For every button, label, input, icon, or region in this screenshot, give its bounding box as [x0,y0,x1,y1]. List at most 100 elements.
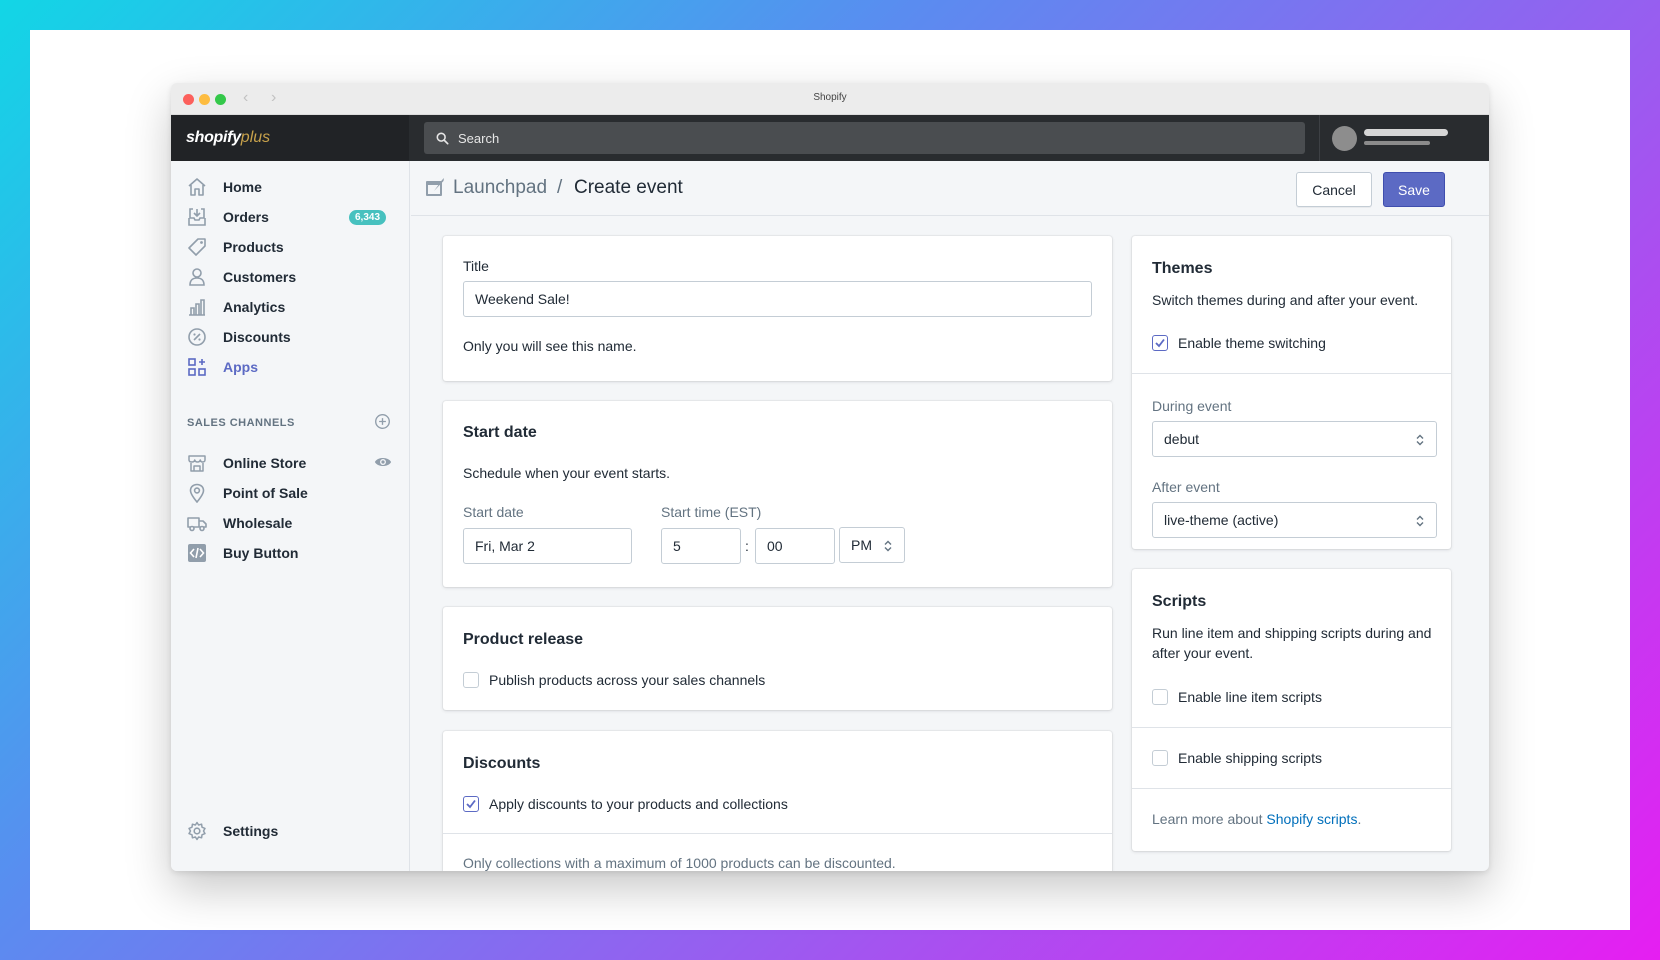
time-separator: : [745,538,749,554]
sidebar: Home Orders 6,343 Products Customers Ana… [171,161,410,871]
main-content: Launchpad / Create event Cancel Save Tit… [411,161,1489,871]
sidebar-item-label: Online Store [223,455,307,471]
sidebar-item-orders[interactable]: Orders 6,343 [171,201,410,233]
search-input[interactable]: Search [424,122,1305,154]
sidebar-item-customers[interactable]: Customers [171,261,410,293]
sidebar-item-label: Wholesale [223,515,293,531]
select-arrows-icon [884,539,892,555]
during-event-label: During event [1152,398,1232,414]
sidebar-item-label: Home [223,179,262,195]
themes-description: Switch themes during and after your even… [1152,292,1419,308]
sales-channels-heading: SALES CHANNELS [187,417,295,429]
sidebar-item-label: Buy Button [223,545,299,561]
home-icon [186,176,208,198]
page-header: Launchpad / Create event Cancel Save [411,161,1489,216]
avatar[interactable] [1332,126,1357,151]
sidebar-item-online-store[interactable]: Online Store [171,447,410,479]
shipping-scripts-label: Enable shipping scripts [1178,750,1322,766]
logo-main-text: shopify [186,129,241,146]
title-card: Title Weekend Sale! Only you will see th… [443,236,1112,381]
themes-card-title: Themes [1152,260,1213,277]
themes-card: Themes Switch themes during and after yo… [1132,236,1451,549]
ampm-value: PM [851,537,872,553]
scripts-description: Run line item and shipping scripts durin… [1152,625,1432,661]
sidebar-item-label: Point of Sale [223,485,308,501]
sidebar-item-label: Discounts [223,329,291,345]
scripts-divider-2 [1132,788,1451,789]
title-input[interactable]: Weekend Sale! [463,281,1092,317]
tag-icon [186,236,208,258]
during-event-value: debut [1164,431,1200,447]
start-minute-input[interactable]: 00 [755,528,835,564]
sidebar-item-products[interactable]: Products [171,231,410,263]
sidebar-item-discounts[interactable]: Discounts [171,321,410,353]
code-icon [186,542,208,564]
title-help-text: Only you will see this name. [463,338,637,354]
bar-chart-icon [186,296,208,318]
orders-icon [186,206,208,228]
apps-icon [186,356,208,378]
after-event-select[interactable]: live-theme (active) [1152,502,1437,538]
shipping-scripts-checkbox[interactable] [1152,750,1168,766]
enable-theme-switching-checkbox[interactable] [1152,335,1168,351]
discount-icon [186,326,208,348]
checkmark-icon [1155,338,1165,348]
cancel-button[interactable]: Cancel [1296,172,1372,207]
sidebar-item-analytics[interactable]: Analytics [171,291,410,323]
start-minute-value: 00 [767,538,783,554]
title-label: Title [463,258,489,274]
start-date-description: Schedule when your event starts. [463,465,671,481]
sidebar-item-settings[interactable]: Settings [171,815,410,847]
start-hour-value: 5 [673,538,681,554]
line-item-scripts-label: Enable line item scripts [1178,689,1322,705]
during-event-select[interactable]: debut [1152,421,1437,457]
sidebar-item-label: Analytics [223,299,286,315]
start-date-card-title: Start date [463,424,537,441]
search-placeholder: Search [458,130,500,146]
user-name-placeholder[interactable] [1364,129,1448,136]
line-item-scripts-checkbox[interactable] [1152,689,1168,705]
select-arrows-icon [1416,433,1424,449]
breadcrumb-launchpad[interactable]: Launchpad [453,177,547,199]
ampm-select[interactable]: PM [839,527,905,563]
start-date-input[interactable]: Fri, Mar 2 [463,528,632,564]
window-title: Shopify [813,92,847,103]
sidebar-item-wholesale[interactable]: Wholesale [171,507,410,539]
apply-discounts-checkbox[interactable] [463,796,479,812]
topbar-divider [1319,115,1320,161]
launchpad-icon [425,177,445,202]
start-date-label: Start date [463,504,524,520]
select-arrows-icon [1416,514,1424,530]
location-pin-icon [186,482,208,504]
learn-more-prefix: Learn more about [1152,811,1267,827]
publish-products-checkbox[interactable] [463,672,479,688]
sidebar-item-point-of-sale[interactable]: Point of Sale [171,477,410,509]
eye-icon[interactable] [374,453,392,474]
themes-divider [1132,373,1451,374]
save-button[interactable]: Save [1383,172,1445,207]
shopify-plus-logo[interactable]: shopify plus [171,115,409,161]
start-time-label: Start time (EST) [661,504,762,520]
orders-count-badge: 6,343 [349,209,387,225]
enable-theme-switching-label: Enable theme switching [1178,335,1326,351]
sidebar-item-buy-button[interactable]: Buy Button [171,537,410,569]
sidebar-item-apps[interactable]: Apps [171,351,410,383]
start-hour-input[interactable]: 5 [661,528,741,564]
learn-more-text: Learn more about Shopify scripts. [1152,809,1361,829]
store-name-placeholder [1364,141,1430,145]
gear-icon [186,820,208,842]
discounts-divider [443,833,1112,834]
discounts-card: Discounts Apply discounts to your produc… [443,731,1112,871]
learn-more-suffix: . [1357,811,1362,827]
sidebar-item-label: Customers [223,269,297,285]
start-date-card: Start date Schedule when your event star… [443,401,1112,587]
window-titlebar: ‹ › Shopify [171,83,1489,115]
product-release-title: Product release [463,631,584,648]
sidebar-item-home[interactable]: Home [171,171,410,203]
store-icon [186,452,208,474]
product-release-card: Product release Publish products across … [443,607,1112,710]
shopify-scripts-link[interactable]: Shopify scripts [1266,811,1357,827]
add-sales-channel-icon[interactable] [374,413,391,435]
search-icon [436,132,449,145]
title-input-value: Weekend Sale! [475,291,570,307]
